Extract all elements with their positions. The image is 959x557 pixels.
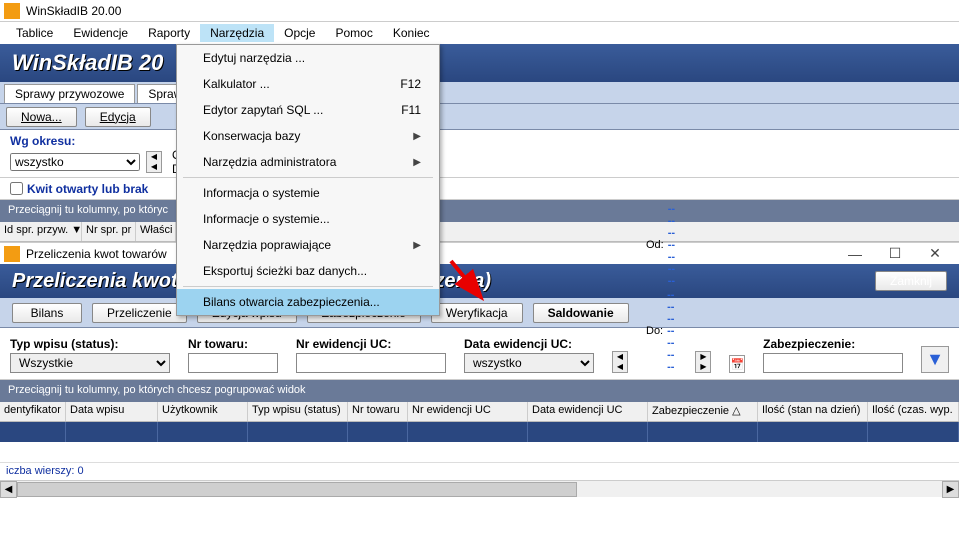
edycja-button[interactable]: Edycja: [85, 107, 151, 127]
przeliczenie-button[interactable]: Przeliczenie: [92, 303, 187, 323]
period-spinner[interactable]: ◀◀: [146, 151, 162, 173]
scroll-right-button[interactable]: ▶: [942, 481, 959, 498]
col-id-spr[interactable]: Id spr. przyw. ▼: [0, 222, 82, 241]
zabezpieczenie-input[interactable]: [763, 353, 903, 373]
kwit-checkbox[interactable]: [10, 182, 23, 195]
table2-headers: dentyfikator Data wpisu Użytkownik Typ w…: [0, 402, 959, 422]
col-nr-spr[interactable]: Nr spr. pr: [82, 222, 136, 241]
col2-ilosc-stan[interactable]: Ilość (stan na dzień): [758, 402, 868, 421]
menu-ewidencje[interactable]: Ewidencje: [63, 24, 138, 42]
menu-koniec[interactable]: Koniec: [383, 24, 440, 42]
table1-headers: Id spr. przyw. ▼ Nr spr. pr Właści: [0, 222, 959, 242]
col2-identyfikator[interactable]: dentyfikator: [0, 402, 66, 421]
menu-separator: [183, 177, 433, 178]
zamknij-button[interactable]: Zamknij: [875, 271, 947, 291]
menu-info-system2[interactable]: Informacje o systemie...: [177, 206, 439, 232]
col2-data-ewidencji[interactable]: Data ewidencji UC: [528, 402, 648, 421]
app-icon: [4, 3, 20, 19]
col2-zabezpieczenie[interactable]: Zabezpieczenie △: [648, 402, 758, 421]
zabezpieczenie-label: Zabezpieczenie:: [763, 337, 903, 351]
menu-narzedzia[interactable]: Narzędzia: [200, 24, 274, 42]
col2-typ-wpisu[interactable]: Typ wpisu (status): [248, 402, 348, 421]
do-label2: Do:: [646, 325, 663, 337]
weryfikacja-button[interactable]: Weryfikacja: [431, 303, 523, 323]
nr-ewidencji-label: Nr ewidencji UC:: [296, 337, 446, 351]
date-spinner2[interactable]: ▶▶: [695, 351, 711, 373]
sub-banner: Przeliczenia kwot towarów (bilans zabezp…: [0, 264, 959, 298]
nr-towaru-input[interactable]: [188, 353, 278, 373]
titlebar: WinSkładIB 20.00: [0, 0, 959, 22]
menu-kalkulator[interactable]: Kalkulator ...F12: [177, 71, 439, 97]
sub-filter: Typ wpisu (status): Wszystkie Nr towaru:…: [0, 328, 959, 380]
wg-okresu-select[interactable]: wszystko: [10, 153, 140, 171]
do-value: --------------: [667, 289, 677, 373]
col2-data-wpisu[interactable]: Data wpisu: [66, 402, 158, 421]
close-button[interactable]: ✕: [915, 245, 955, 262]
subwindow-titlebar: Przeliczenia kwot towarów — ☐ ✕: [0, 242, 959, 264]
menu-konserwacja-bazy[interactable]: Konserwacja bazy▶: [177, 123, 439, 149]
kwit-row: Kwit otwarty lub brak: [0, 178, 959, 200]
app-title: WinSkładIB 20.00: [26, 4, 121, 18]
od-label2: Od:: [646, 239, 664, 251]
menu-separator2: [183, 286, 433, 287]
data-ewidencji-label: Data ewidencji UC:: [464, 337, 594, 351]
col2-nr-towaru[interactable]: Nr towaru: [348, 402, 408, 421]
minimize-button[interactable]: —: [835, 246, 875, 262]
menu-eksportuj-sciezki[interactable]: Eksportuj ścieżki baz danych...: [177, 258, 439, 284]
kwit-label: Kwit otwarty lub brak: [27, 182, 148, 196]
calendar-icon[interactable]: 📅: [729, 355, 745, 373]
typ-wpisu-label: Typ wpisu (status):: [10, 337, 170, 351]
group-bar-1[interactable]: Przeciągnij tu kolumny, po któryc: [0, 200, 959, 222]
filter-funnel-icon[interactable]: ▼: [921, 346, 949, 373]
od-value: --------------: [668, 203, 678, 287]
menu-info-system[interactable]: Informacja o systemie: [177, 180, 439, 206]
menu-narzedzia-poprawiajace[interactable]: Narzędzia poprawiające▶: [177, 232, 439, 258]
wg-okresu-label: Wg okresu:: [10, 134, 949, 148]
table2-empty-row: [0, 422, 959, 442]
typ-wpisu-select[interactable]: Wszystkie: [10, 353, 170, 373]
menu-edytuj-narzedzia[interactable]: Edytuj narzędzia ...: [177, 45, 439, 71]
bilans-button[interactable]: Bilans: [12, 303, 82, 323]
nr-towaru-label: Nr towaru:: [188, 337, 278, 351]
col2-uzytkownik[interactable]: Użytkownik: [158, 402, 248, 421]
status-bar: iczba wierszy: 0: [0, 462, 959, 480]
sub-app-icon: [4, 246, 20, 262]
menu-edytor-sql[interactable]: Edytor zapytań SQL ...F11: [177, 97, 439, 123]
tab-sprawy-przywozowe[interactable]: Sprawy przywozowe: [4, 84, 135, 103]
col2-ilosc-czas[interactable]: Ilość (czas. wyp.: [868, 402, 959, 421]
narzedzia-dropdown: Edytuj narzędzia ... Kalkulator ...F12 E…: [176, 44, 440, 316]
menu-bilans-otwarcia[interactable]: Bilans otwarcia zabezpieczenia...: [177, 289, 439, 315]
menu-raporty[interactable]: Raporty: [138, 24, 200, 42]
group-bar-2[interactable]: Przeciągnij tu kolumny, po których chces…: [0, 380, 959, 402]
sub-toolbar: Bilans Przeliczenie Edycja wpisu Zabezpi…: [0, 298, 959, 328]
col-wlasci[interactable]: Właści: [136, 222, 176, 241]
menu-narzedzia-admin[interactable]: Narzędzia administratora▶: [177, 149, 439, 175]
banner-text: WinSkładIB 20: [12, 50, 163, 76]
spacer: [0, 442, 959, 462]
menu-opcje[interactable]: Opcje: [274, 24, 325, 42]
scroll-left-button[interactable]: ◀: [0, 481, 17, 498]
nowa-button[interactable]: Nowa...: [6, 107, 77, 127]
filter-area: Wg okresu: wszystko ◀◀ Od Do: [0, 130, 959, 178]
app-banner: WinSkładIB 20: [0, 44, 959, 82]
menu-pomoc[interactable]: Pomoc: [325, 24, 382, 42]
menubar: Tablice Ewidencje Raporty Narzędzia Opcj…: [0, 22, 959, 44]
saldowanie-button[interactable]: Saldowanie: [533, 303, 629, 323]
nr-ewidencji-input[interactable]: [296, 353, 446, 373]
main-tabs: Sprawy przywozowe Sprawy: [0, 82, 959, 104]
date-spinner[interactable]: ◀◀: [612, 351, 628, 373]
horizontal-scrollbar[interactable]: ◀ ▶: [0, 480, 959, 497]
maximize-button[interactable]: ☐: [875, 245, 915, 262]
data-ewidencji-select[interactable]: wszystko: [464, 353, 594, 373]
scroll-thumb[interactable]: [17, 482, 577, 497]
menu-tablice[interactable]: Tablice: [6, 24, 63, 42]
col2-nr-ewidencji[interactable]: Nr ewidencji UC: [408, 402, 528, 421]
main-toolbar: Nowa... Edycja: [0, 104, 959, 130]
